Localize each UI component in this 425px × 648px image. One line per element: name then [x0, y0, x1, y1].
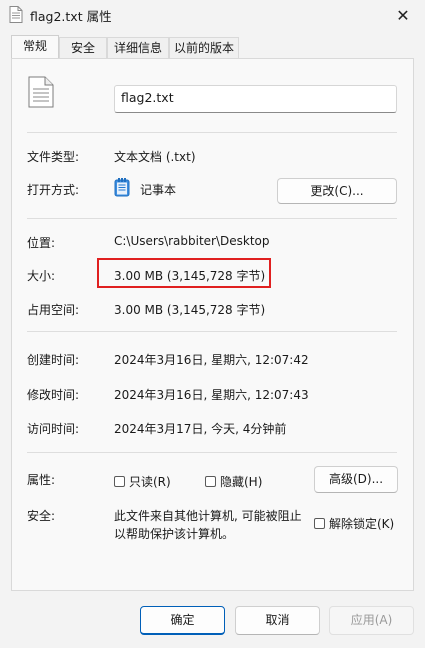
security-label: 安全: — [27, 509, 56, 523]
cancel-button[interactable]: 取消 — [235, 606, 320, 635]
accessed-value: 2024年3月17日, 今天, 4分钟前 — [114, 422, 287, 436]
notepad-icon — [114, 178, 130, 197]
created-label: 创建时间: — [27, 353, 80, 367]
location-value: C:\Users\rabbiter\Desktop — [114, 234, 270, 248]
divider — [27, 331, 397, 332]
divider — [27, 132, 397, 133]
large-text-file-icon — [28, 76, 54, 108]
general-panel: flag2.txt 文件类型: 文本文档 (.txt) 打开方式: 记事本 更改… — [11, 58, 414, 591]
divider — [27, 218, 397, 219]
size-label: 大小: — [27, 269, 56, 283]
tab-general[interactable]: 常规 — [11, 35, 59, 58]
security-text-line2: 以帮助保护该计算机。 — [114, 527, 235, 541]
attributes-label: 属性: — [27, 473, 56, 487]
created-value: 2024年3月16日, 星期六, 12:07:42 — [114, 353, 309, 367]
size-highlight-box — [97, 258, 271, 288]
checkbox-box — [205, 476, 216, 487]
text-file-icon — [9, 6, 23, 23]
advanced-button[interactable]: 高级(D)... — [314, 466, 398, 493]
hidden-checkbox[interactable]: 隐藏(H) — [205, 473, 262, 490]
filename-input[interactable]: flag2.txt — [114, 85, 397, 113]
checkbox-box — [314, 518, 325, 529]
size-on-disk-value: 3.00 MB (3,145,728 字节) — [114, 303, 266, 317]
change-button[interactable]: 更改(C)... — [277, 178, 397, 204]
divider — [27, 452, 397, 453]
tab-previous-versions[interactable]: 以前的版本 — [169, 37, 239, 58]
readonly-checkbox[interactable]: 只读(R) — [114, 473, 171, 490]
title-bar: flag2.txt 属性 ✕ — [0, 0, 425, 30]
open-with-label: 打开方式: — [27, 183, 80, 197]
security-text-line1: 此文件来自其他计算机, 可能被阻止 — [114, 509, 302, 523]
file-type-value: 文本文档 (.txt) — [114, 150, 196, 164]
window-title: flag2.txt 属性 — [30, 9, 112, 24]
modified-value: 2024年3月16日, 星期六, 12:07:43 — [114, 388, 309, 402]
apply-button[interactable]: 应用(A) — [329, 606, 414, 635]
checkbox-box — [114, 476, 125, 487]
modified-label: 修改时间: — [27, 388, 80, 402]
tab-security[interactable]: 安全 — [59, 37, 107, 58]
close-button[interactable]: ✕ — [381, 0, 425, 30]
location-label: 位置: — [27, 236, 56, 250]
size-on-disk-label: 占用空间: — [27, 303, 80, 317]
accessed-label: 访问时间: — [27, 422, 80, 436]
file-type-label: 文件类型: — [27, 150, 80, 164]
tab-details[interactable]: 详细信息 — [107, 37, 169, 58]
ok-button[interactable]: 确定 — [140, 606, 225, 635]
unblock-checkbox[interactable]: 解除锁定(K) — [314, 515, 394, 532]
close-icon: ✕ — [396, 5, 410, 25]
open-with-value: 记事本 — [140, 183, 177, 197]
